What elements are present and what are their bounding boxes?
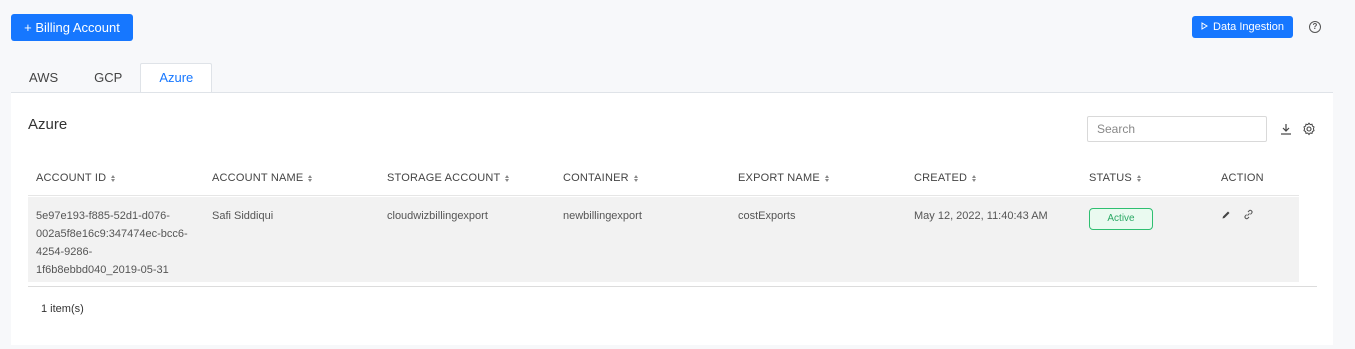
- sort-icon: [633, 174, 638, 182]
- col-account-id[interactable]: ACCOUNT ID: [28, 172, 204, 184]
- cell-export-name: costExports: [738, 210, 796, 222]
- cell-status: Active: [1081, 207, 1213, 230]
- tab-azure[interactable]: Azure: [140, 63, 213, 93]
- add-billing-account-button[interactable]: + Billing Account: [11, 14, 133, 41]
- tab-aws[interactable]: AWS: [11, 63, 76, 93]
- cell-container: newbillingexport: [563, 210, 642, 222]
- settings-gear-icon[interactable]: [1302, 122, 1316, 136]
- status-badge: Active: [1089, 208, 1153, 230]
- link-icon[interactable]: [1243, 208, 1254, 226]
- help-icon[interactable]: ?: [1309, 21, 1321, 33]
- download-icon[interactable]: [1279, 122, 1293, 136]
- table-header: ACCOUNT ID ACCOUNT NAME STORAGE ACCOUNT …: [28, 161, 1299, 196]
- cloud-tabs: AWS GCP Azure: [11, 63, 213, 93]
- play-icon: [1201, 21, 1209, 33]
- col-container[interactable]: CONTAINER: [555, 172, 730, 184]
- sort-icon: [972, 174, 977, 182]
- data-ingestion-button[interactable]: Data Ingestion: [1192, 16, 1293, 38]
- azure-panel: Azure ACCOUNT ID ACCOUNT NAME STORAGE AC…: [11, 93, 1333, 345]
- panel-title: Azure: [28, 116, 68, 133]
- edit-pencil-icon[interactable]: [1221, 208, 1231, 226]
- data-ingestion-label: Data Ingestion: [1213, 21, 1284, 33]
- table-footer-divider: [28, 286, 1317, 287]
- search-input[interactable]: [1087, 116, 1267, 142]
- col-account-name[interactable]: ACCOUNT NAME: [204, 172, 379, 184]
- cell-created: May 12, 2022, 11:40:43 AM: [914, 210, 1048, 222]
- col-action: ACTION: [1221, 172, 1264, 184]
- cell-account-name: Safi Siddiqui: [212, 210, 274, 222]
- sort-icon: [505, 174, 510, 182]
- col-status[interactable]: STATUS: [1081, 172, 1213, 184]
- sort-icon: [824, 174, 829, 182]
- tab-gcp[interactable]: GCP: [76, 63, 140, 93]
- cell-action: [1213, 207, 1293, 226]
- cell-account-id: 5e97e193-f885-52d1-d076- 002a5f8e16c9:34…: [36, 210, 188, 276]
- col-created[interactable]: CREATED: [906, 172, 1081, 184]
- table-row: 5e97e193-f885-52d1-d076- 002a5f8e16c9:34…: [28, 197, 1299, 282]
- col-storage-account[interactable]: STORAGE ACCOUNT: [379, 172, 555, 184]
- sort-icon: [111, 174, 116, 182]
- cell-storage-account: cloudwizbillingexport: [387, 210, 488, 222]
- col-export-name[interactable]: EXPORT NAME: [730, 172, 906, 184]
- item-count: 1 item(s): [41, 303, 84, 315]
- sort-icon: [308, 174, 313, 182]
- sort-icon: [1136, 174, 1141, 182]
